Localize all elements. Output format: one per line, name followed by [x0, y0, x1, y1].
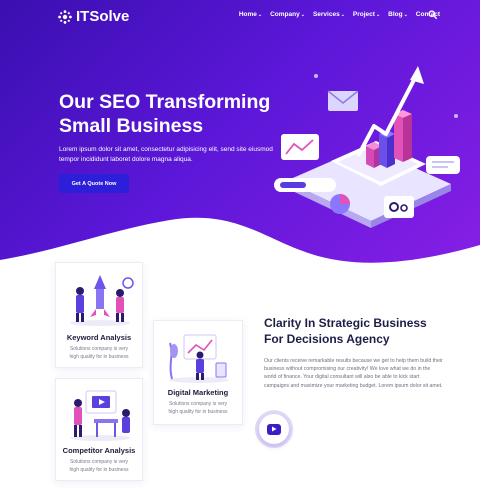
chevron-down-icon: ⌄ [375, 11, 381, 18]
play-icon [267, 423, 281, 435]
service-card-competitor-analysis[interactable]: Competitor Analysis Solutions company is… [55, 378, 143, 481]
nav-item-home[interactable]: Home ⌄ [239, 11, 262, 18]
card-title: Digital Marketing [167, 388, 229, 397]
about-text: Our clients receive remarkable results b… [264, 358, 443, 389]
get-quote-button[interactable]: Get A Quote Now [59, 174, 129, 193]
competitor-analysis-illustration [70, 390, 130, 441]
service-card-digital-marketing[interactable]: Digital Marketing Solutions company is v… [153, 320, 243, 425]
digital-marketing-illustration [169, 334, 229, 383]
chevron-down-icon: ⌄ [340, 11, 345, 18]
about-heading: Clarity In Strategic Business For Decisi… [264, 316, 427, 346]
brand-logo[interactable]: ITSolve [58, 8, 129, 25]
card-text: Solutions company is very high quality f… [69, 346, 129, 360]
nav-item-blog[interactable]: Blog ⌄ [388, 11, 408, 18]
nav-item-services[interactable]: Services ⌄ [313, 11, 345, 18]
card-text: Solutions company is very high quality f… [69, 459, 129, 473]
chevron-down-icon: ⌄ [257, 11, 263, 18]
hero-subtitle: Lorem ipsum dolor sit amet, consectetur … [59, 146, 273, 163]
card-title: Keyword Analysis [66, 333, 132, 342]
nav-item-project[interactable]: Project ⌄ [353, 11, 380, 18]
nav-item-company[interactable]: Company ⌄ [270, 11, 305, 18]
chevron-down-icon: ⌄ [300, 11, 305, 18]
seo-growth-illustration [274, 66, 460, 228]
chevron-down-icon: ⌄ [403, 11, 408, 18]
keyword-analysis-illustration [70, 275, 134, 326]
logo-icon [58, 9, 72, 24]
card-text: Solutions company is very high quality f… [168, 401, 228, 415]
service-card-keyword-analysis[interactable]: Keyword Analysis Solutions company is ve… [55, 262, 143, 368]
search-icon[interactable] [428, 10, 437, 19]
hero-section: ITSolve Home ⌄ Company ⌄ Services ⌄ Project… [0, 0, 480, 290]
brand-name: ITSolve [76, 8, 130, 25]
hero-title: Our SEO Transforming Small Business [59, 91, 271, 137]
main-nav: Home ⌄ Company ⌄ Services ⌄ Project ⌄ Blog ⌄ … [239, 11, 440, 18]
card-title: Competitor Analysis [62, 446, 136, 455]
video-play-button[interactable] [259, 414, 289, 444]
